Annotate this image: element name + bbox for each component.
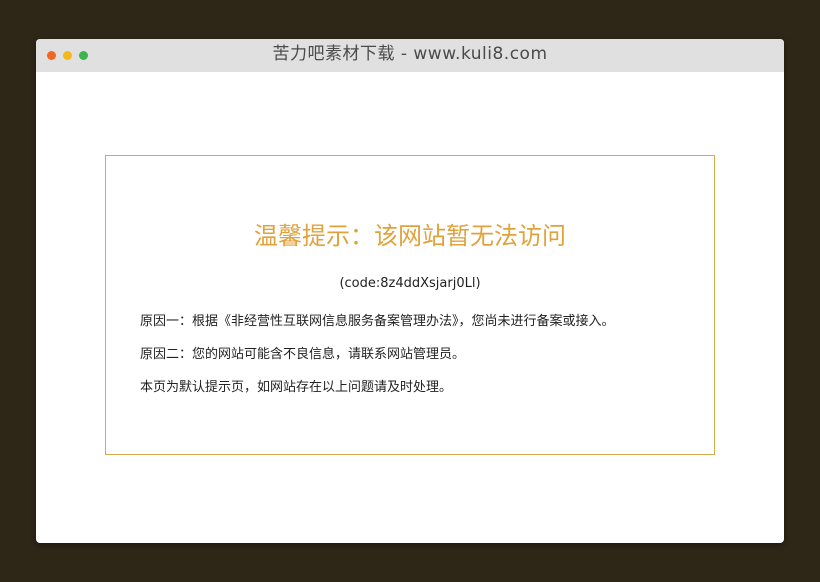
browser-window: 苦力吧素材下载 - www.kuli8.com 温馨提示：该网站暂无法访问 (c…	[36, 39, 784, 543]
error-code: (code:8z4ddXsjarj0Ll)	[339, 276, 481, 291]
window-titlebar[interactable]: 苦力吧素材下载 - www.kuli8.com	[36, 39, 784, 72]
window-title: 苦力吧素材下载 - www.kuli8.com	[272, 44, 548, 64]
notice-box: 温馨提示：该网站暂无法访问 (code:8z4ddXsjarj0Ll) 原因一：…	[105, 155, 715, 455]
notice-title: 温馨提示：该网站暂无法访问	[254, 222, 566, 250]
default-page-note: 本页为默认提示页，如网站存在以上问题请及时处理。	[140, 380, 453, 395]
reason-two-text: 原因二：您的网站可能含不良信息，请联系网站管理员。	[140, 347, 466, 362]
reason-one-text: 原因一：根据《非经营性互联网信息服务备案管理办法》，您尚未进行备案或接入。	[140, 314, 615, 329]
